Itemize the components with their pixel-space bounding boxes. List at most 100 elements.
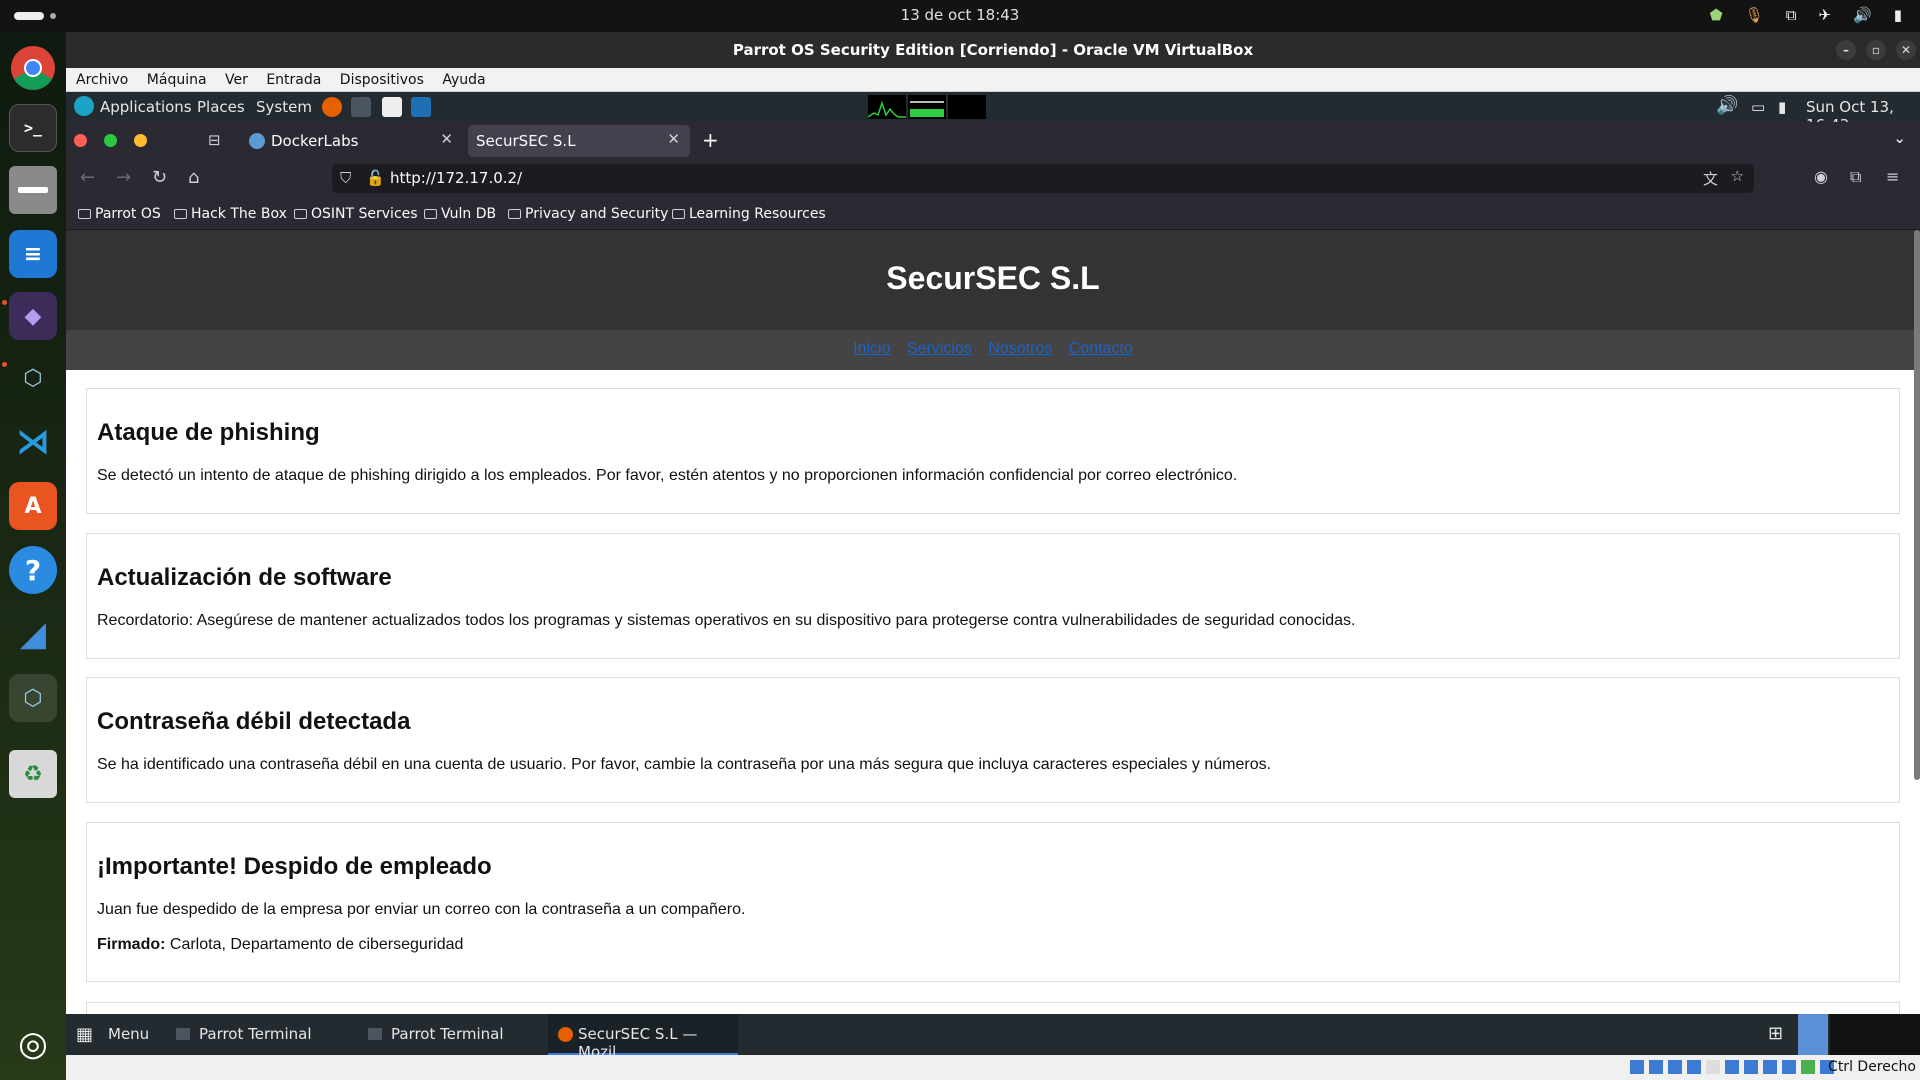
- host-system-tray[interactable]: ⬟ 🎙 ⧉ ✈ 🔊 ▮: [1710, 6, 1902, 24]
- bookmark-learning-resources[interactable]: Learning Resources: [672, 206, 826, 222]
- forward-button[interactable]: →: [116, 167, 131, 188]
- minimize-button[interactable]: –: [1836, 40, 1856, 60]
- virtualization-icon[interactable]: [1801, 1060, 1815, 1074]
- bookmark-hack-the-box[interactable]: Hack The Box: [174, 206, 287, 222]
- terminal-icon[interactable]: >_: [9, 104, 57, 152]
- menu-entrada[interactable]: Entrada: [266, 72, 321, 88]
- applications-menu[interactable]: Applications: [100, 98, 192, 116]
- system-menu[interactable]: System: [256, 98, 312, 116]
- nav-link-nosotros[interactable]: Nosotros: [988, 340, 1052, 357]
- files-icon[interactable]: [9, 166, 57, 214]
- places-menu[interactable]: Places: [197, 98, 245, 116]
- extensions-icon[interactable]: ⧉: [1850, 167, 1861, 187]
- menu-ver[interactable]: Ver: [225, 72, 248, 88]
- workspace-switcher-icon[interactable]: ⊞: [1768, 1023, 1783, 1044]
- start-menu-button[interactable]: Menu: [108, 1025, 149, 1043]
- workspace-2[interactable]: [1830, 1014, 1920, 1055]
- close-tab-icon[interactable]: ✕: [440, 130, 453, 148]
- taskbar-label: Parrot Terminal: [199, 1025, 312, 1043]
- volume-icon[interactable]: 🔊: [1716, 95, 1738, 116]
- hdd-icon[interactable]: [1630, 1060, 1644, 1074]
- tab-secursec[interactable]: SecurSEC S.L ✕: [468, 125, 690, 157]
- menu-ayuda[interactable]: Ayuda: [442, 72, 485, 88]
- virtualbox-icon[interactable]: ⬡: [9, 354, 57, 402]
- taskbar-item-terminal[interactable]: Parrot Terminal: [358, 1014, 548, 1055]
- network-icon[interactable]: [1687, 1060, 1701, 1074]
- shield-icon[interactable]: ⛉: [340, 169, 351, 187]
- home-button[interactable]: ⌂: [188, 167, 199, 188]
- insecure-lock-icon[interactable]: 🔓: [366, 169, 385, 187]
- bookmark-parrot-os[interactable]: Parrot OS: [78, 206, 161, 222]
- battery-icon[interactable]: ▮: [1894, 6, 1902, 24]
- battery-icon[interactable]: ▮: [1778, 98, 1786, 116]
- host-clock[interactable]: 13 de oct 18:43: [0, 6, 1920, 24]
- bookmark-vuln-db[interactable]: Vuln DB: [424, 206, 496, 222]
- url-bar[interactable]: ⛉ 🔓 http://172.17.0.2/ 文 ☆: [332, 164, 1754, 193]
- url-text[interactable]: http://172.17.0.2/: [390, 169, 522, 187]
- maximize-window-icon[interactable]: [104, 134, 117, 147]
- bookmark-privacy-security[interactable]: Privacy and Security: [508, 206, 668, 222]
- bookmark-osint-services[interactable]: OSINT Services: [294, 206, 418, 222]
- tab-overview-icon[interactable]: ⊟: [208, 131, 221, 149]
- app-menu-icon[interactable]: ≡: [1886, 167, 1899, 186]
- new-tab-button[interactable]: +: [702, 128, 719, 152]
- audio-icon[interactable]: [1668, 1060, 1682, 1074]
- recording-icon[interactable]: [1763, 1060, 1777, 1074]
- shield-icon[interactable]: ⬟: [1710, 6, 1723, 24]
- maximize-button[interactable]: ▫: [1866, 40, 1886, 60]
- parrot-logo-icon[interactable]: [74, 96, 94, 116]
- workspace-1[interactable]: [1798, 1014, 1828, 1055]
- terminal-launcher-icon[interactable]: [351, 97, 371, 117]
- firefox-icon: [558, 1027, 573, 1042]
- guest-screen[interactable]: Applications Places System 🔊 ▭ ▮ Sun Oct…: [66, 92, 1920, 1055]
- nav-link-servicios[interactable]: Servicios: [907, 340, 972, 357]
- shared-folders-icon[interactable]: [1725, 1060, 1739, 1074]
- volume-icon[interactable]: 🔊: [1853, 6, 1872, 24]
- wireshark-icon[interactable]: ◢: [9, 610, 57, 658]
- menu-archivo[interactable]: Archivo: [76, 72, 128, 88]
- network-icon[interactable]: ⧉: [1786, 6, 1797, 24]
- vscode-icon[interactable]: ⋊: [9, 418, 57, 466]
- menu-maquina[interactable]: Máquina: [147, 72, 207, 88]
- mic-muted-icon[interactable]: 🎙: [1745, 6, 1764, 24]
- text-editor-launcher-icon[interactable]: [382, 97, 402, 117]
- list-all-tabs-icon[interactable]: ⌄: [1893, 129, 1906, 147]
- bookmark-star-icon[interactable]: ☆: [1731, 167, 1744, 185]
- taskbar-item-terminal[interactable]: Parrot Terminal: [166, 1014, 356, 1055]
- usb-icon[interactable]: [1706, 1060, 1720, 1074]
- chrome-icon[interactable]: [9, 44, 57, 92]
- close-button[interactable]: ✕: [1896, 40, 1916, 60]
- post-title: Ataque de phishing: [97, 419, 320, 446]
- optical-icon[interactable]: [1649, 1060, 1663, 1074]
- web-page[interactable]: SecurSEC S.L Inicio Servicios Nosotros C…: [66, 230, 1920, 1014]
- tab-dockerlabs[interactable]: DockerLabs ✕: [241, 125, 463, 157]
- reload-button[interactable]: ↻: [152, 167, 167, 188]
- vscode-launcher-icon[interactable]: [411, 97, 431, 117]
- virtualbox-icon[interactable]: ⬡: [9, 674, 57, 722]
- cpu-icon[interactable]: [1782, 1060, 1796, 1074]
- writer-icon[interactable]: ≡: [9, 230, 57, 278]
- close-window-icon[interactable]: [74, 134, 87, 147]
- obsidian-icon[interactable]: ◆: [9, 292, 57, 340]
- translate-icon[interactable]: 文: [1703, 168, 1718, 189]
- account-icon[interactable]: ◉: [1814, 167, 1828, 186]
- taskbar-item-firefox[interactable]: SecurSEC S.L — Mozil...: [548, 1014, 738, 1055]
- trash-icon[interactable]: ♻: [9, 750, 57, 798]
- airplane-icon[interactable]: ✈: [1818, 6, 1831, 24]
- help-icon[interactable]: ?: [9, 546, 57, 594]
- show-apps-icon[interactable]: ◎: [9, 1020, 57, 1068]
- vbox-device-indicators[interactable]: [1630, 1060, 1834, 1074]
- firefox-launcher-icon[interactable]: [322, 97, 342, 117]
- back-button[interactable]: ←: [80, 167, 95, 188]
- nav-link-contacto[interactable]: Contacto: [1069, 340, 1133, 357]
- menu-dispositivos[interactable]: Dispositivos: [340, 72, 424, 88]
- page-scrollbar[interactable]: [1914, 230, 1920, 780]
- minimize-window-icon[interactable]: [134, 134, 147, 147]
- close-tab-icon[interactable]: ✕: [667, 130, 680, 148]
- display-icon[interactable]: [1744, 1060, 1758, 1074]
- menu-grid-icon[interactable]: ▦: [76, 1024, 93, 1045]
- post-card: Actualización de software Recordatorio: …: [86, 533, 1900, 659]
- display-icon[interactable]: ▭: [1751, 98, 1765, 116]
- appcenter-icon[interactable]: A: [9, 482, 57, 530]
- nav-link-inicio[interactable]: Inicio: [853, 340, 890, 357]
